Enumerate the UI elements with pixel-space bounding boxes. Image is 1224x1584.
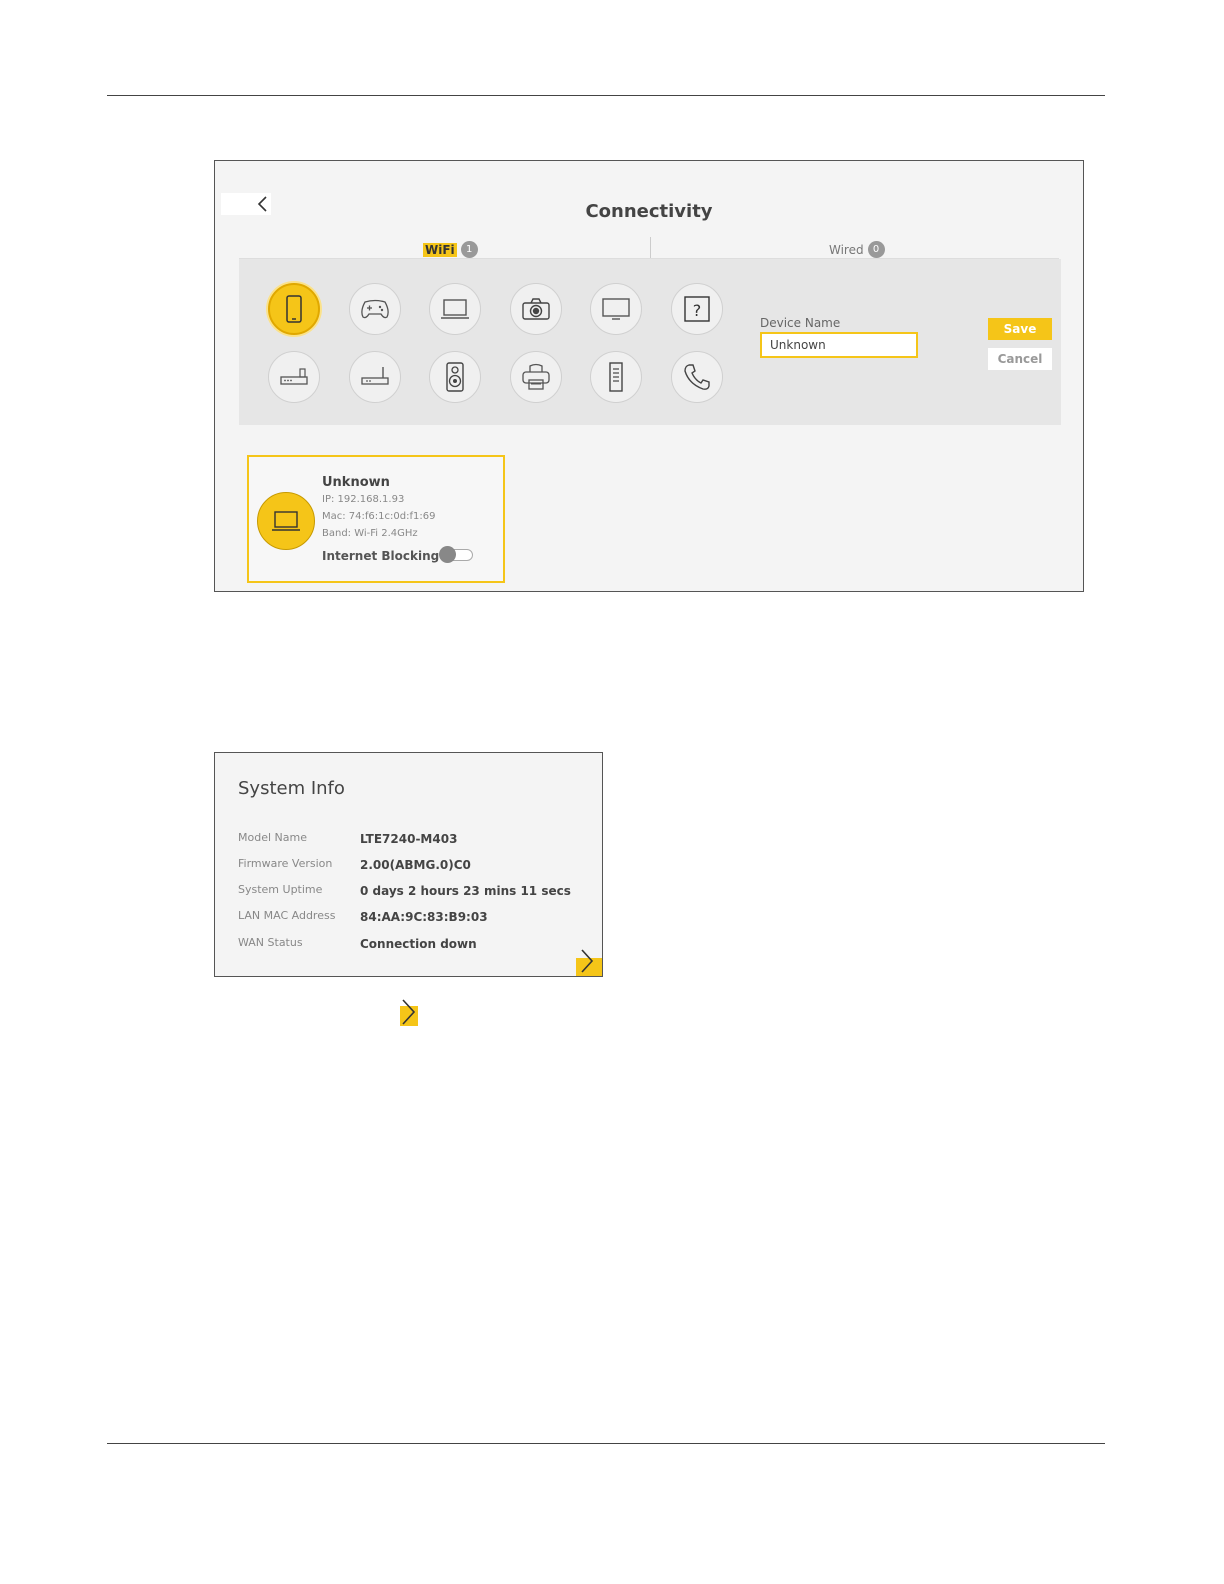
question-icon: ? [684,296,710,322]
info-label: LAN MAC Address [238,909,336,922]
printer-icon [522,363,550,390]
save-button[interactable]: Save [988,318,1052,340]
device-type-printer[interactable] [510,351,562,403]
phone-icon [684,364,710,390]
laptop-icon [272,511,300,531]
info-label: Firmware Version [238,857,333,870]
toggle-knob [439,546,456,563]
tab-divider [650,237,651,259]
info-value: LTE7240-M403 [360,832,458,846]
modem-icon [361,367,389,385]
info-label: Model Name [238,831,307,844]
device-type-unknown[interactable]: ? [671,283,723,335]
info-row: WAN Status Connection down [238,936,598,956]
server-icon [609,362,623,392]
device-card-name: Unknown [322,475,390,490]
chevron-right-icon [402,999,416,1025]
device-type-router[interactable] [268,351,320,403]
monitor-icon [602,298,630,320]
device-type-modem[interactable] [349,351,401,403]
device-card-mac: Mac: 74:f6:1c:0d:f1:69 [322,511,436,522]
info-row: System Uptime 0 days 2 hours 23 mins 11 … [238,883,598,903]
device-type-camera[interactable] [510,283,562,335]
info-value: 84:AA:9C:83:B9:03 [360,910,488,924]
device-type-gamepad[interactable] [349,283,401,335]
tab-wired[interactable]: Wired 0 [829,241,885,258]
device-type-speaker[interactable] [429,351,481,403]
device-name-input[interactable] [760,332,918,358]
info-row: Firmware Version 2.00(ABMG.0)C0 [238,857,598,877]
speaker-icon [446,362,464,392]
camera-icon [522,298,550,320]
tab-wired-label: Wired [829,242,864,257]
info-row: LAN MAC Address 84:AA:9C:83:B9:03 [238,909,598,929]
router-icon [280,368,308,385]
tab-wifi[interactable]: WiFi 1 [423,241,478,258]
gamepad-icon [361,299,389,319]
cancel-button[interactable]: Cancel [988,348,1052,370]
wifi-count-badge: 1 [460,241,478,258]
wired-count-badge: 0 [867,241,885,258]
device-type-smartphone[interactable] [268,283,320,335]
info-label: System Uptime [238,883,323,896]
chevron-right-icon [581,949,594,973]
arrow-icon-sample [400,998,418,1028]
info-label: WAN Status [238,936,303,949]
device-card-ip: IP: 192.168.1.93 [322,494,405,505]
footer-rule [107,1443,1105,1444]
device-type-laptop[interactable] [429,283,481,335]
svg-text:?: ? [693,301,702,320]
internet-blocking-toggle[interactable] [439,546,473,563]
info-value: 0 days 2 hours 23 mins 11 secs [360,884,571,898]
info-value: Connection down [360,937,477,951]
device-type-panel: ? [239,259,1061,425]
device-type-monitor[interactable] [590,283,642,335]
connectivity-screen: Connectivity WiFi 1 Wired 0 ? Device Nam… [214,160,1084,592]
info-row: Model Name LTE7240-M403 [238,831,598,851]
device-card[interactable]: Unknown IP: 192.168.1.93 Mac: 74:f6:1c:0… [247,455,505,583]
laptop-icon [441,299,469,319]
header-rule [107,95,1105,96]
smartphone-icon [286,295,302,323]
page-title: Connectivity [585,201,713,222]
system-info-title: System Info [238,778,345,799]
system-info-panel: System Info Model Name LTE7240-M403 Firm… [214,752,603,977]
device-avatar [257,492,315,550]
device-type-phone[interactable] [671,351,723,403]
tab-wifi-label: WiFi [423,242,457,257]
device-name-label: Device Name [760,316,841,330]
device-card-band: Band: Wi-Fi 2.4GHz [322,528,418,539]
internet-blocking-label: Internet Blocking [322,549,440,563]
info-value: 2.00(ABMG.0)C0 [360,858,471,872]
device-type-server[interactable] [590,351,642,403]
